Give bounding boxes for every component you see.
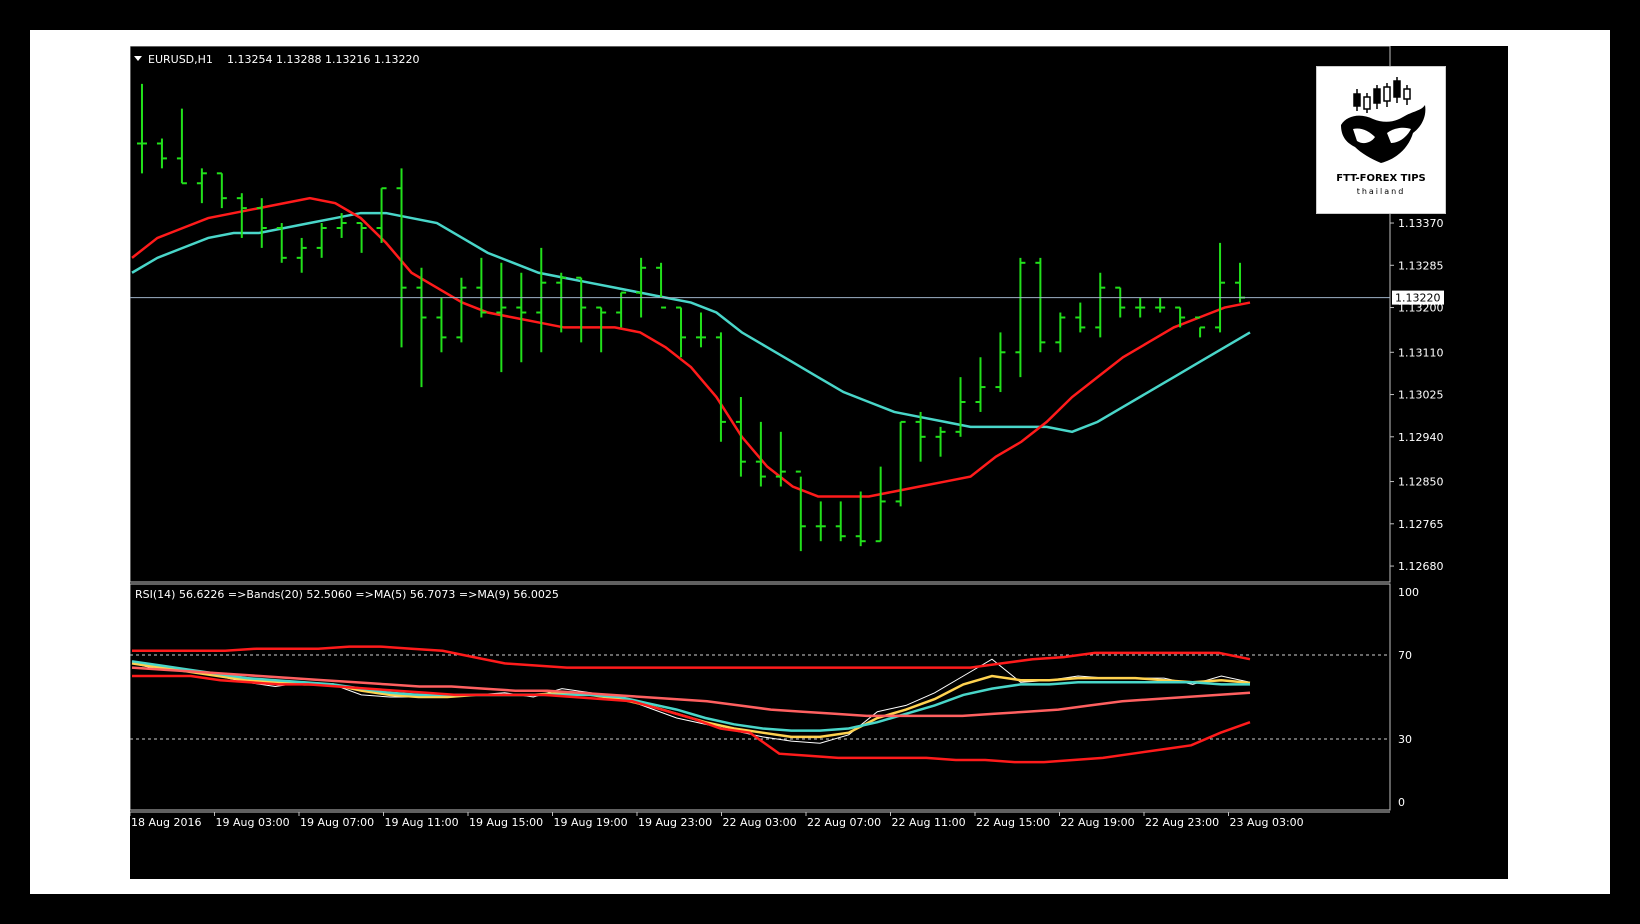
time-tick-label: 22 Aug 11:00 — [892, 816, 966, 829]
time-tick-label: 19 Aug 03:00 — [216, 816, 290, 829]
rsi-header: RSI(14) 56.6226 =>Bands(20) 52.5060 =>MA… — [135, 588, 559, 601]
time-tick-label: 19 Aug 23:00 — [638, 816, 712, 829]
time-tick-label: 19 Aug 19:00 — [554, 816, 628, 829]
chart-svg[interactable]: 1.136301.135451.134601.133701.132851.132… — [130, 46, 1508, 879]
bull-bear-icon — [1341, 77, 1426, 163]
chart-terminal[interactable]: 1.136301.135451.134601.133701.132851.132… — [130, 46, 1508, 879]
time-tick-label: 22 Aug 15:00 — [976, 816, 1050, 829]
current-price-label: 1.13220 — [1395, 292, 1441, 305]
ohlc-label: 1.13254 1.13288 1.13216 1.13220 — [227, 53, 419, 66]
time-tick-label: 22 Aug 03:00 — [723, 816, 797, 829]
rsi-tick-label: 30 — [1398, 733, 1412, 746]
logo-title: FTT-FOREX TIPS — [1336, 173, 1426, 184]
rsi-tick-label: 70 — [1398, 649, 1412, 662]
price-tick-label: 1.12765 — [1398, 518, 1444, 531]
price-tick-label: 1.13025 — [1398, 389, 1444, 402]
time-tick-label: 22 Aug 23:00 — [1145, 816, 1219, 829]
rsi-tick-label: 100 — [1398, 586, 1419, 599]
time-tick-label: 19 Aug 07:00 — [300, 816, 374, 829]
price-tick-label: 1.13110 — [1398, 346, 1444, 359]
time-tick-label: 23 Aug 03:00 — [1230, 816, 1304, 829]
price-tick-label: 1.13370 — [1398, 217, 1444, 230]
time-tick-label: 22 Aug 19:00 — [1061, 816, 1135, 829]
brand-logo: FTT-FOREX TIPS thailand — [1316, 66, 1446, 214]
price-tick-label: 1.12850 — [1398, 476, 1444, 489]
time-tick-label: 22 Aug 07:00 — [807, 816, 881, 829]
price-panel[interactable] — [130, 46, 1391, 583]
time-tick-label: 18 Aug 2016 — [131, 816, 201, 829]
logo-subtitle: thailand — [1356, 187, 1406, 196]
time-tick-label: 19 Aug 11:00 — [385, 816, 459, 829]
time-tick-label: 19 Aug 15:00 — [469, 816, 543, 829]
price-tick-label: 1.13285 — [1398, 259, 1444, 272]
rsi-tick-label: 0 — [1398, 796, 1405, 809]
price-tick-label: 1.12940 — [1398, 431, 1444, 444]
price-tick-label: 1.12680 — [1398, 560, 1444, 573]
symbol-label: EURUSD,H1 — [148, 53, 213, 66]
